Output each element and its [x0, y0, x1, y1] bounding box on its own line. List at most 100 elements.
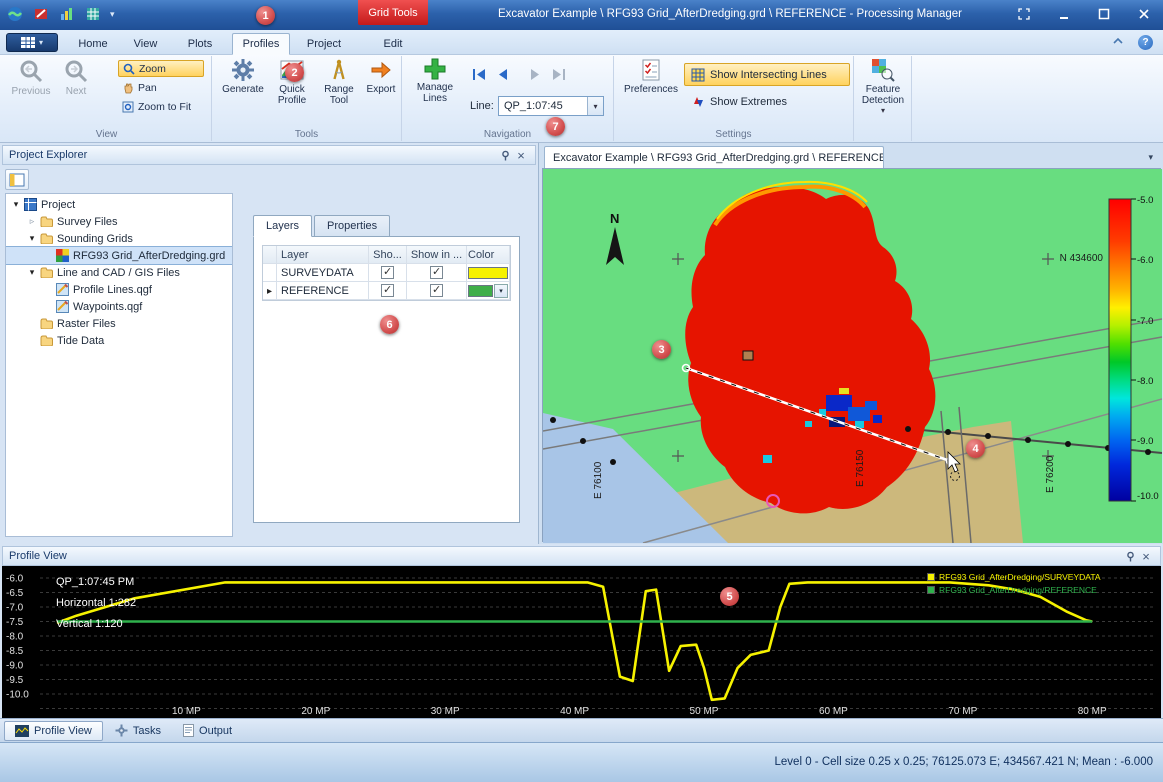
tab-plots[interactable]: Plots	[176, 33, 224, 55]
tab-view[interactable]: View	[123, 33, 168, 55]
folder-icon	[38, 335, 54, 346]
range-tool-button[interactable]: Range Tool	[318, 58, 360, 124]
edit-tool-icon[interactable]	[32, 5, 50, 23]
maximize-button[interactable]	[1091, 4, 1117, 24]
export-button[interactable]: Export	[362, 58, 400, 124]
show-in-checkbox[interactable]	[430, 284, 443, 297]
show-checkbox[interactable]	[381, 284, 394, 297]
pin-icon[interactable]	[497, 147, 513, 163]
tree-item-line-cad-gis[interactable]: Line and CAD / GIS Files	[6, 264, 232, 281]
table-row[interactable]: REFERENCE ▾	[263, 282, 510, 300]
layer-name: REFERENCE	[277, 282, 369, 299]
profile-chart[interactable]: -6.0-6.5-7.0-7.5-8.0-8.5-9.0-9.5-10.010 …	[2, 566, 1161, 718]
expander-icon[interactable]	[26, 267, 38, 278]
previous-line-button[interactable]	[492, 66, 514, 82]
next-line-button[interactable]	[524, 66, 546, 82]
line-combobox[interactable]: QP_1:07:45 ▾	[498, 96, 604, 116]
header-color[interactable]: Color	[467, 246, 510, 263]
qat-dropdown-icon[interactable]: ▾	[110, 9, 115, 20]
tree-item-label: Waypoints.qgf	[73, 301, 142, 313]
group-label-view: View	[2, 129, 211, 140]
zoom-to-fit-button[interactable]: Zoom to Fit	[118, 98, 204, 115]
minimize-button[interactable]	[1051, 4, 1077, 24]
tab-edit[interactable]: Edit	[359, 33, 427, 55]
tab-output[interactable]: Output	[173, 721, 242, 741]
color-swatch[interactable]	[468, 285, 493, 297]
map-canvas[interactable]: N N 434600 E 76100 E 76150 E 76200 -5.0 …	[542, 168, 1161, 542]
tab-layers[interactable]: Layers	[253, 215, 312, 237]
show-extremes-toggle[interactable]: Show Extremes	[684, 91, 850, 112]
expander-icon[interactable]	[26, 233, 38, 244]
close-panel-icon[interactable]	[513, 147, 529, 163]
profile-view-header: Profile View	[2, 546, 1161, 566]
show-in-checkbox[interactable]	[430, 266, 443, 279]
close-button[interactable]	[1131, 4, 1157, 24]
app-logo-icon[interactable]	[6, 5, 24, 23]
group-label-settings: Settings	[614, 129, 853, 140]
tree-item-tide-data[interactable]: Tide Data	[6, 332, 232, 349]
callout-1: 1	[256, 6, 275, 25]
grid-tool-icon[interactable]	[84, 5, 102, 23]
color-swatch[interactable]	[468, 267, 508, 279]
tab-project[interactable]: Project	[298, 33, 350, 55]
tab-profiles[interactable]: Profiles	[232, 33, 290, 55]
horizontal-scale-label: Horizontal 1:282	[56, 597, 136, 609]
svg-text:-9.5: -9.5	[6, 675, 24, 686]
tree-item-sounding-grids[interactable]: Sounding Grids	[6, 230, 232, 247]
ribbon-group-navigation: Manage Lines Line: QP_1:07:45 ▾ Navigati…	[402, 56, 614, 141]
pan-button[interactable]: Pan	[118, 79, 204, 96]
tree-item-label: Profile Lines.qgf	[73, 284, 152, 296]
svg-text:-6.0: -6.0	[1137, 255, 1153, 266]
first-line-button[interactable]	[468, 66, 490, 82]
map-document-tab[interactable]: Excavator Example \ RFG93 Grid_AfterDred…	[544, 146, 884, 168]
table-row[interactable]: SURVEYDATA	[263, 264, 510, 282]
help-icon[interactable]	[1138, 35, 1153, 50]
tab-profile-view[interactable]: Profile View	[4, 721, 103, 741]
tree-item-raster-files[interactable]: Raster Files	[6, 315, 232, 332]
expander-icon[interactable]	[26, 216, 38, 227]
tab-tasks[interactable]: Tasks	[105, 721, 171, 741]
close-panel-icon[interactable]	[1138, 548, 1154, 564]
generate-button[interactable]: Generate	[220, 58, 266, 124]
last-line-button[interactable]	[548, 66, 570, 82]
tree-item-label: Sounding Grids	[57, 233, 133, 245]
project-explorer-panel: Project Explorer Project Survey Files	[0, 143, 539, 544]
tree-item-label: Tide Data	[57, 335, 104, 347]
next-button[interactable]: Next	[56, 58, 96, 124]
chart-tool-icon[interactable]	[58, 5, 76, 23]
easting-label: E 76200	[1045, 455, 1056, 493]
tree-item-waypoints[interactable]: Waypoints.qgf	[6, 298, 232, 315]
show-intersecting-lines-toggle[interactable]: Show Intersecting Lines	[684, 63, 850, 86]
qgf-file-icon	[54, 300, 70, 313]
previous-button[interactable]: Previous	[8, 58, 54, 124]
zoom-button[interactable]: Zoom	[118, 60, 204, 77]
tree-item-grid-file[interactable]: RFG93 Grid_AfterDredging.grd	[6, 247, 232, 264]
profile-name-label: QP_1:07:45 PM	[56, 576, 134, 588]
manage-lines-button[interactable]: Manage Lines	[410, 58, 460, 124]
color-dropdown-icon[interactable]: ▾	[494, 284, 508, 298]
preferences-button[interactable]: Preferences	[622, 58, 680, 124]
header-layer[interactable]: Layer	[277, 246, 369, 263]
tree-item-survey-files[interactable]: Survey Files	[6, 213, 232, 230]
combobox-dropdown-icon[interactable]: ▾	[587, 97, 603, 115]
tree-item-label: Line and CAD / GIS Files	[57, 267, 180, 279]
gear-icon	[231, 58, 255, 82]
tab-home[interactable]: Home	[70, 33, 116, 55]
document-list-dropdown-icon[interactable]: ▾	[1148, 152, 1153, 163]
expander-icon[interactable]	[10, 199, 22, 210]
folder-icon	[38, 318, 54, 329]
tab-properties[interactable]: Properties	[314, 215, 390, 237]
explorer-toolbar-button[interactable]	[5, 169, 29, 190]
waypoint-marker[interactable]	[743, 351, 753, 360]
pin-icon[interactable]	[1122, 548, 1138, 564]
tree-item-project[interactable]: Project	[6, 196, 232, 213]
app-menu-button[interactable]: ▾	[6, 33, 58, 52]
feature-detection-button[interactable]: Feature Detection ▾	[857, 58, 909, 134]
svg-text:-8.5: -8.5	[6, 646, 24, 657]
tree-item-profile-lines[interactable]: Profile Lines.qgf	[6, 281, 232, 298]
show-checkbox[interactable]	[381, 266, 394, 279]
fullscreen-icon[interactable]	[1011, 4, 1037, 24]
header-show[interactable]: Sho...	[369, 246, 407, 263]
collapse-ribbon-icon[interactable]	[1112, 36, 1124, 49]
header-show-in[interactable]: Show in ...	[407, 246, 467, 263]
